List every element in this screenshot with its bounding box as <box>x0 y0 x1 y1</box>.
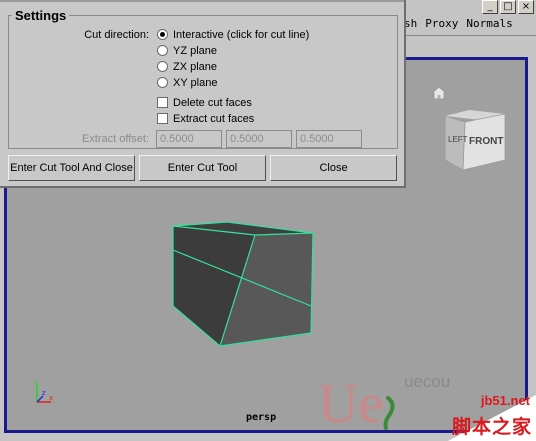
dialog-top-border <box>0 0 404 2</box>
extract-offset-x-field[interactable]: 0.5000 <box>156 130 222 148</box>
viewcube-icon[interactable]: LEFT FRONT <box>441 110 511 172</box>
axis-gizmo-icon: y x z <box>34 378 53 403</box>
camera-label: persp <box>246 412 277 423</box>
panel-menu-bar: sh Proxy Normals <box>404 17 513 30</box>
radio-yz-plane-label[interactable]: YZ plane <box>173 45 217 57</box>
watermark-logo: Ue <box>318 373 395 430</box>
menu-divider <box>404 35 536 36</box>
home-icon[interactable] <box>431 86 447 100</box>
cut-faces-options-dialog: Settings Cut direction: Interactive (cli… <box>0 0 406 188</box>
enter-cut-tool-and-close-button[interactable]: Enter Cut Tool And Close <box>8 155 135 181</box>
svg-text:x: x <box>49 394 53 402</box>
radio-xy-plane[interactable] <box>157 77 168 88</box>
close-button[interactable]: Close <box>270 155 397 181</box>
enter-cut-tool-button[interactable]: Enter Cut Tool <box>139 155 266 181</box>
extract-cut-faces-label[interactable]: Extract cut faces <box>173 113 254 125</box>
delete-cut-faces-label[interactable]: Delete cut faces <box>173 97 252 109</box>
extract-cut-faces-checkbox[interactable] <box>157 113 168 124</box>
radio-zx-plane-label[interactable]: ZX plane <box>173 61 217 73</box>
watermark-logo-text: Ue <box>318 373 383 430</box>
minimize-button[interactable]: _ <box>482 0 498 14</box>
svg-text:y: y <box>34 378 38 386</box>
radio-zx-plane[interactable] <box>157 61 168 72</box>
window-controls: _ □ × <box>482 0 534 14</box>
viewcube-front-label: FRONT <box>469 136 503 147</box>
extract-offset-z-field[interactable]: 0.5000 <box>296 130 362 148</box>
settings-title: Settings <box>12 8 70 23</box>
radio-yz-plane[interactable] <box>157 45 168 56</box>
svg-text:z: z <box>42 389 46 397</box>
site-watermark-badge: jb51.net 脚本之家 <box>408 389 536 441</box>
menu-proxy[interactable]: Proxy <box>425 17 458 30</box>
radio-interactive[interactable] <box>157 29 168 40</box>
extract-offset-label: Extract offset: <box>81 133 149 145</box>
viewcube-left-label: LEFT <box>448 135 468 144</box>
delete-cut-faces-checkbox[interactable] <box>157 97 168 108</box>
menu-normals[interactable]: Normals <box>466 17 512 30</box>
cut-direction-label: Cut direction: <box>84 29 149 41</box>
maximize-button[interactable]: □ <box>500 0 516 14</box>
extract-offset-y-field[interactable]: 0.5000 <box>226 130 292 148</box>
watermark-cn: 脚本之家 <box>451 416 532 438</box>
radio-xy-plane-label[interactable]: XY plane <box>173 77 217 89</box>
watermark-domain: jb51.net <box>480 393 530 408</box>
close-window-button[interactable]: × <box>518 0 534 14</box>
radio-interactive-label[interactable]: Interactive (click for cut line) <box>173 29 309 41</box>
